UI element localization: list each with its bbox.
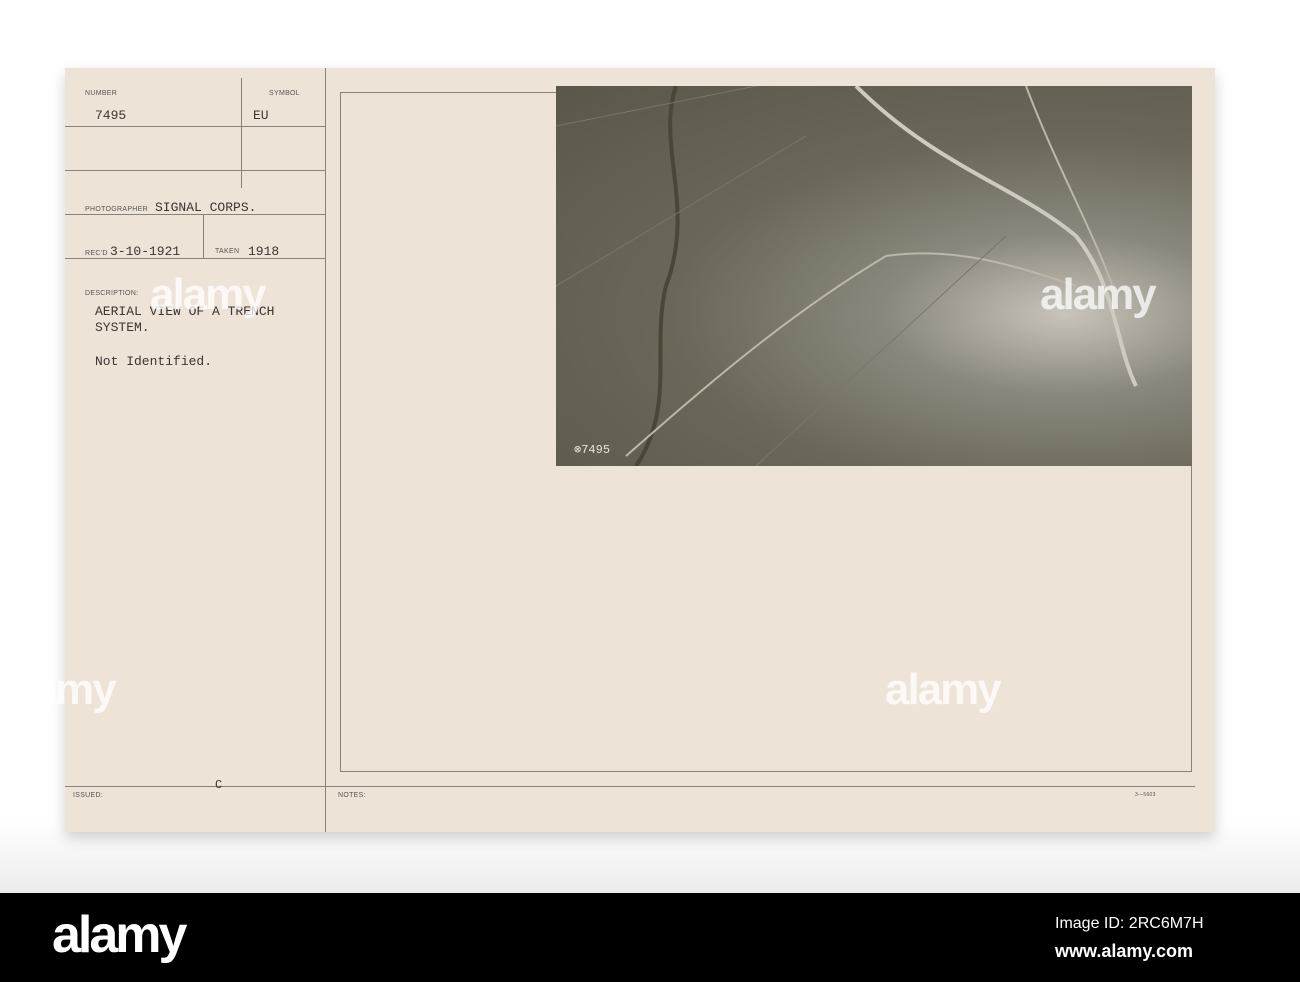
description-line-2: SYSTEM.: [95, 320, 150, 335]
watermark: alamy: [150, 270, 267, 319]
issued-value: C: [215, 778, 223, 792]
footer-bar: alamy Image ID: 2RC6M7H www.alamy.com: [0, 893, 1300, 982]
alamy-logo: alamy: [52, 906, 187, 964]
alamy-url[interactable]: www.alamy.com: [1055, 941, 1193, 962]
taken-label: TAKEN: [215, 248, 240, 255]
number-value: 7495: [95, 108, 127, 123]
recd-label: REC'D: [85, 250, 108, 257]
symbol-value: EU: [253, 108, 269, 123]
notes-label: NOTES:: [338, 792, 366, 799]
number-label: NUMBER: [85, 90, 118, 97]
recd-value: 3-10-1921: [110, 244, 181, 259]
photographer-label: PHOTOGRAPHER: [85, 206, 148, 213]
photo-number: ⊗7495: [574, 443, 611, 457]
watermark: alamy: [1040, 270, 1157, 319]
watermark: alamy: [885, 665, 1002, 714]
watermark: alamy: [0, 665, 117, 714]
issued-label: ISSUED:: [73, 792, 104, 799]
form-number: 3—5603: [1135, 792, 1156, 798]
identification-note: Not Identified.: [95, 354, 213, 369]
symbol-label: SYMBOL: [269, 90, 300, 97]
taken-value: 1918: [248, 244, 280, 259]
description-label: DESCRIPTION:: [85, 290, 139, 297]
image-id: Image ID: 2RC6M7H: [1055, 915, 1204, 932]
photographer-value: SIGNAL CORPS.: [155, 200, 257, 215]
